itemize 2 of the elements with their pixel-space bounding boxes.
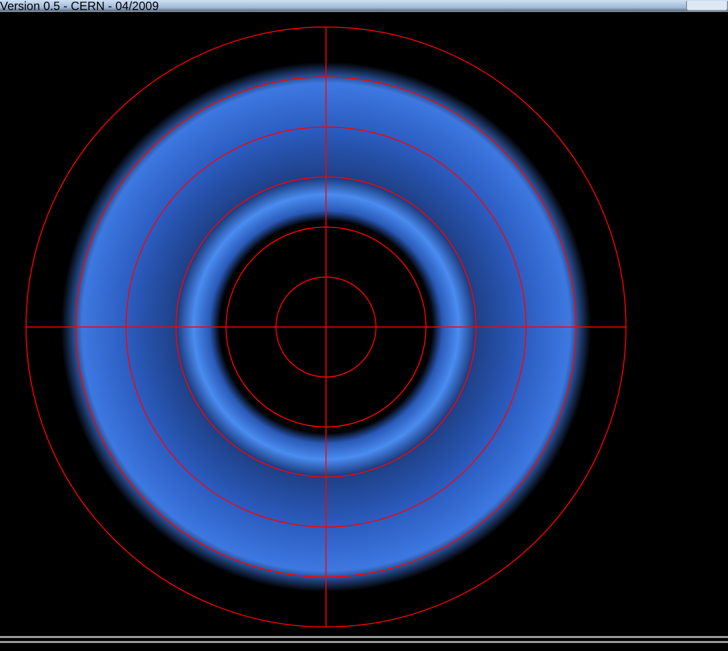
window-title: Version 0.5 - CERN - 04/2009 <box>0 0 159 11</box>
window-button[interactable] <box>686 1 728 11</box>
